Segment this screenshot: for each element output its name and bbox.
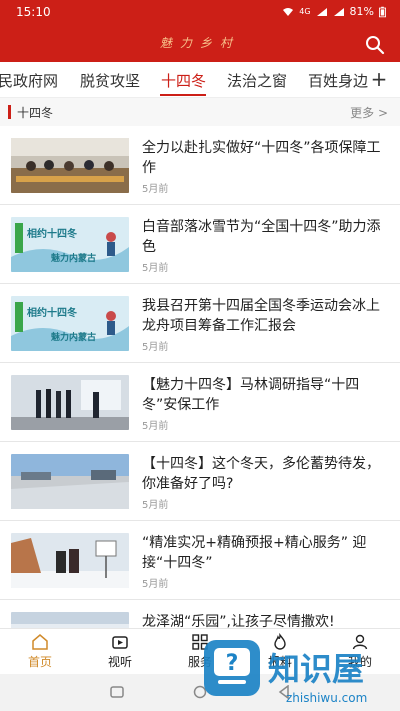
signal-icon	[316, 7, 327, 16]
news-item[interactable]: 【十四冬】这个冬天，多伦蓄势待发，你准备好了吗? 5月前	[0, 442, 400, 521]
section-marker	[8, 105, 11, 119]
poster-line-2: 魅力内蒙古	[51, 252, 96, 264]
tv-icon	[112, 636, 128, 649]
category-tabs: 民政府网 脱贫攻坚 十四冬 法治之窗 百姓身边 +	[0, 62, 400, 98]
news-list: 全力以赴扎实做好“十四冬”各项保障工作 5月前 相约十四冬 魅力内蒙古 白音部落…	[0, 126, 400, 628]
recent-apps-icon[interactable]	[110, 686, 124, 698]
tab-people[interactable]: 百姓身边	[308, 70, 368, 91]
nav-home-label: 首页	[27, 655, 52, 669]
more-link[interactable]: 更多 >	[350, 104, 388, 121]
news-thumbnail: 相约十四冬 魅力内蒙古	[11, 217, 129, 272]
news-title: 全力以赴扎实做好“十四冬”各项保障工作	[142, 140, 381, 176]
watermark-sub: zhishiwu.com	[286, 691, 367, 705]
news-thumbnail	[11, 533, 129, 588]
news-item[interactable]: 【魅力十四冬】马林调研指导“十四冬”安保工作 5月前	[0, 363, 400, 442]
poster-line-1: 相约十四冬	[27, 306, 77, 319]
news-time: 5月前	[142, 263, 169, 274]
home-icon	[32, 634, 48, 650]
news-title: 白音部落冰雪节为“全国十四冬”助力添色	[142, 219, 381, 255]
news-title: “精准实况+精确预报+精心服务” 迎接“十四冬”	[142, 535, 367, 571]
status-bar: 15:10 4G 81%	[0, 0, 400, 26]
news-item[interactable]: 全力以赴扎实做好“十四冬”各项保障工作 5月前	[0, 126, 400, 205]
app-title: 魅力乡村	[159, 36, 240, 50]
status-time: 15:10	[16, 5, 51, 19]
news-item[interactable]: “精准实况+精确预报+精心服务” 迎接“十四冬” 5月前	[0, 521, 400, 600]
news-title: 【魅力十四冬】马林调研指导“十四冬”安保工作	[142, 377, 360, 413]
news-time: 5月前	[142, 579, 169, 590]
tab-14th-winter[interactable]: 十四冬	[161, 70, 206, 91]
signal-icon-2	[333, 7, 344, 16]
news-thumbnail	[11, 375, 129, 430]
news-thumbnail	[11, 454, 129, 509]
news-title: 【十四冬】这个冬天，多伦蓄势待发，你准备好了吗?	[142, 456, 380, 492]
network-label: 4G	[299, 7, 311, 16]
status-icons: 4G 81%	[282, 5, 386, 18]
app-header: 魅力乡村	[0, 26, 400, 62]
poster-line-2: 魅力内蒙古	[51, 331, 96, 343]
news-title: 我县召开第十四届全国冬季运动会冰上龙舟项目筹备工作汇报会	[142, 298, 380, 334]
tab-gov[interactable]: 民政府网	[0, 70, 58, 91]
news-title: 龙泽湖“乐园”,让孩子尽情撒欢!	[142, 614, 335, 628]
battery-label: 81%	[349, 5, 374, 18]
tab-active-indicator	[160, 94, 206, 96]
section-title: 十四冬	[17, 106, 54, 120]
add-tab-icon[interactable]: +	[368, 66, 390, 92]
news-thumbnail	[11, 138, 129, 193]
tab-poverty[interactable]: 脱贫攻坚	[80, 70, 140, 91]
wifi-icon	[283, 7, 294, 16]
section-header: 十四冬 更多 >	[0, 98, 400, 126]
news-thumbnail	[11, 612, 129, 628]
search-icon[interactable]	[364, 34, 386, 56]
nav-video-label: 视听	[107, 655, 132, 669]
poster-line-1: 相约十四冬	[27, 227, 77, 240]
news-item[interactable]: 相约十四冬 魅力内蒙古 我县召开第十四届全国冬季运动会冰上龙舟项目筹备工作汇报会…	[0, 284, 400, 363]
news-time: 5月前	[142, 184, 169, 195]
watermark-text: 知识屋	[268, 650, 364, 688]
news-item[interactable]: 龙泽湖“乐园”,让孩子尽情撒欢!	[0, 600, 400, 628]
svg-text:?: ?	[226, 651, 239, 676]
tab-law[interactable]: 法治之窗	[227, 70, 287, 91]
nav-home[interactable]: 首页	[10, 633, 70, 670]
watermark: ? 知识屋 zhishiwu.com	[204, 640, 367, 705]
battery-icon	[379, 6, 386, 17]
news-item[interactable]: 相约十四冬 魅力内蒙古 白音部落冰雪节为“全国十四冬”助力添色 5月前	[0, 205, 400, 284]
news-time: 5月前	[142, 421, 169, 432]
news-time: 5月前	[142, 500, 169, 511]
nav-video[interactable]: 视听	[90, 633, 150, 670]
news-thumbnail: 相约十四冬 魅力内蒙古	[11, 296, 129, 351]
news-time: 5月前	[142, 342, 169, 353]
